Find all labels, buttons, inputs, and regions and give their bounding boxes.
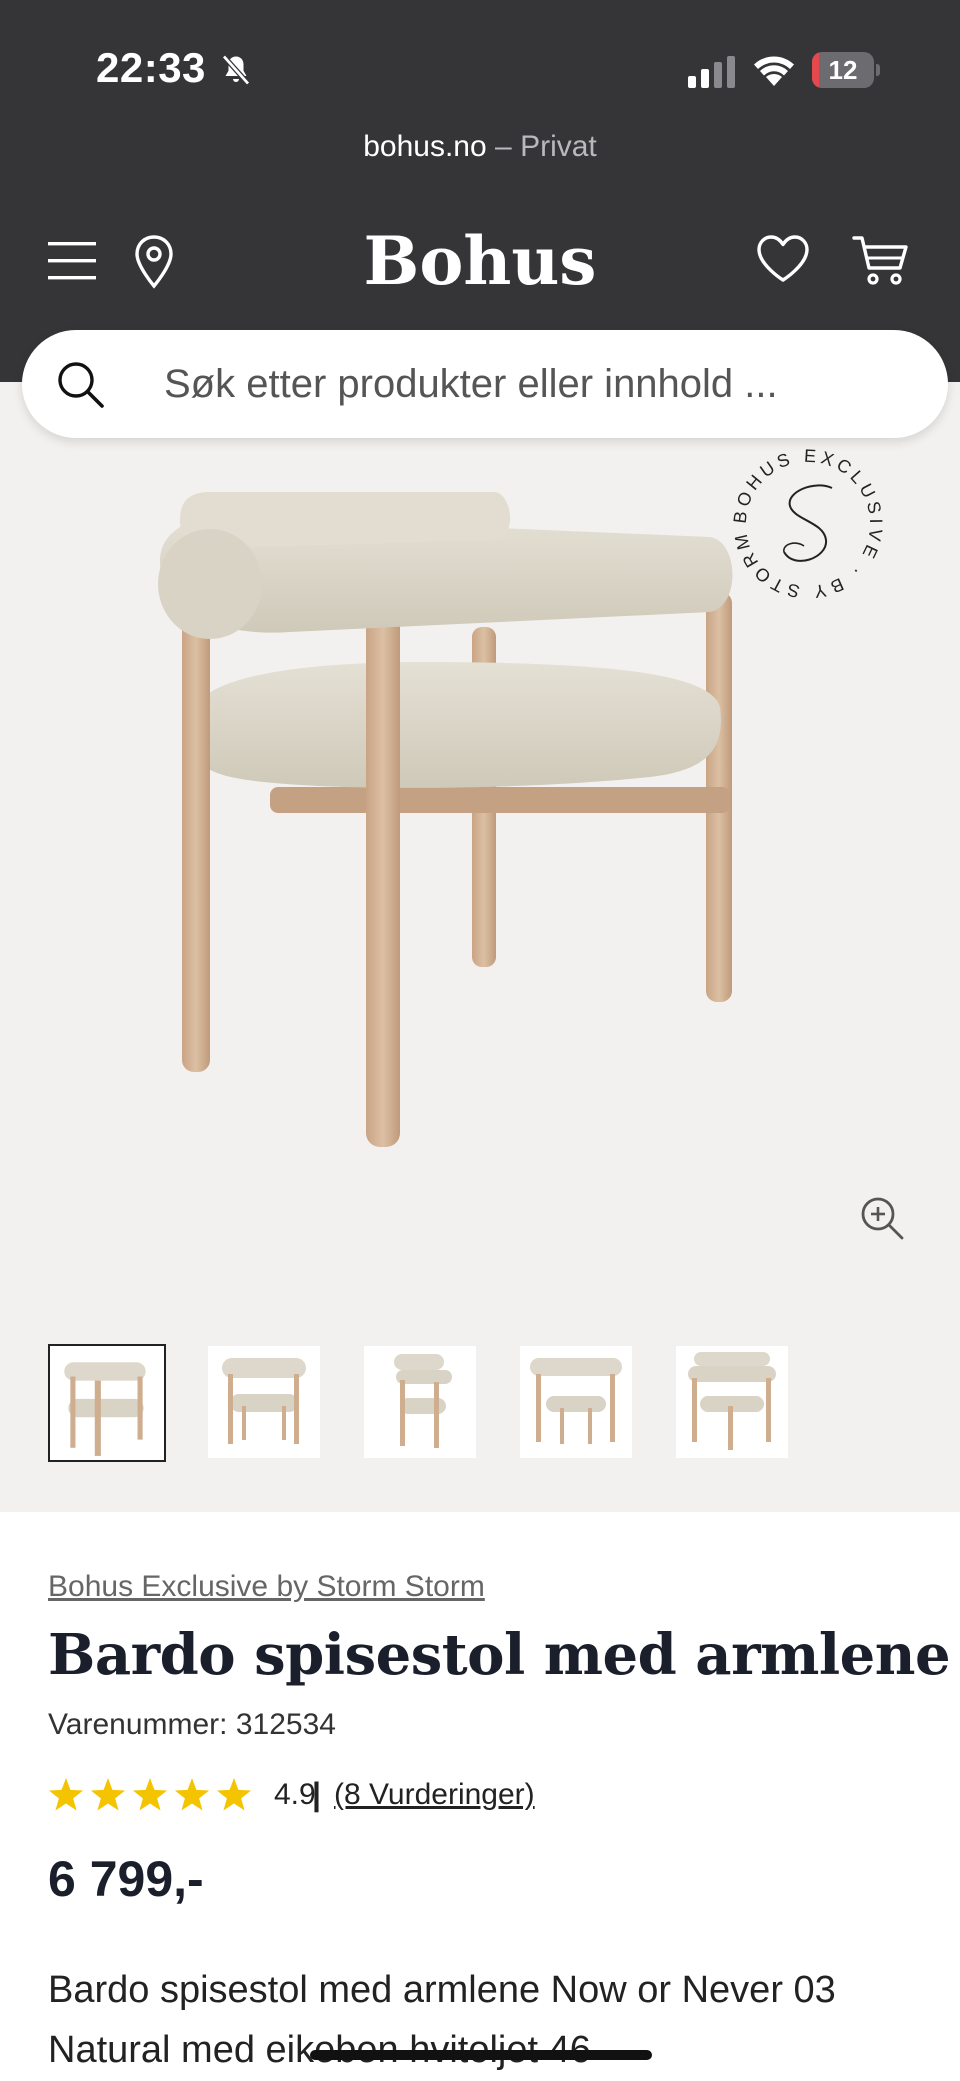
star-icon <box>132 1778 168 1811</box>
star-icon <box>48 1778 84 1811</box>
battery-level: 12 <box>828 55 858 85</box>
browsing-mode: Privat <box>520 130 597 163</box>
search-input[interactable] <box>164 330 924 438</box>
badge-text: BOHUS EXCLUSIVE · BY STORM · <box>724 440 882 602</box>
product-description: Bardo spisestol med armlene Now or Never… <box>48 1969 836 2071</box>
star-icon <box>90 1778 126 1811</box>
reviews-link[interactable]: (8 Vurderinger) <box>334 1778 535 1812</box>
home-indicator <box>310 2050 652 2060</box>
zoom-in-icon[interactable] <box>858 1194 906 1242</box>
star-icon <box>216 1778 252 1811</box>
brand-link[interactable]: Bohus Exclusive by Storm Storm <box>48 1570 485 1604</box>
rating-stars <box>48 1778 252 1811</box>
brand-exclusive-badge: BOHUS EXCLUSIVE · BY STORM · <box>724 440 886 602</box>
cellular-signal-icon <box>688 56 735 88</box>
thumbnail-strip <box>48 1344 948 1464</box>
search-bar[interactable] <box>22 330 948 438</box>
thumbnail-4[interactable] <box>520 1346 632 1458</box>
site-logo[interactable]: Bohus <box>0 222 960 300</box>
product-main-image[interactable] <box>150 492 790 1232</box>
thumbnail-1[interactable] <box>48 1344 166 1462</box>
rating-value: 4.9 <box>274 1778 316 1811</box>
heart-icon[interactable] <box>756 234 810 284</box>
url-domain: bohus.no <box>363 130 487 163</box>
battery-indicator: 12 <box>812 52 880 88</box>
product-title: Bardo spisestol med armlene <box>48 1622 951 1688</box>
url-separator: – <box>495 130 512 163</box>
product-gallery: BOHUS EXCLUSIVE · BY STORM · <box>0 382 960 1512</box>
product-sku: Varenummer: 312534 <box>48 1708 336 1741</box>
thumbnail-3[interactable] <box>364 1346 476 1458</box>
site-header: 22:33 12 bohus.no – Privat Bohus <box>0 0 960 382</box>
star-icon <box>174 1778 210 1811</box>
status-time: 22:33 <box>96 44 206 91</box>
thumbnail-5[interactable] <box>676 1346 788 1458</box>
bell-muted-icon <box>222 54 250 86</box>
rating-separator: | <box>312 1776 321 1812</box>
cart-icon[interactable] <box>852 234 910 286</box>
svg-text:BOHUS EXCLUSIVE · BY STORM ·: BOHUS EXCLUSIVE · BY STORM · <box>724 440 886 602</box>
search-icon[interactable] <box>54 358 106 410</box>
product-price: 6 799,- <box>48 1851 204 1907</box>
browser-url-bar[interactable]: bohus.no – Privat <box>0 130 960 164</box>
thumbnail-2[interactable] <box>208 1346 320 1458</box>
wifi-icon <box>754 56 794 86</box>
